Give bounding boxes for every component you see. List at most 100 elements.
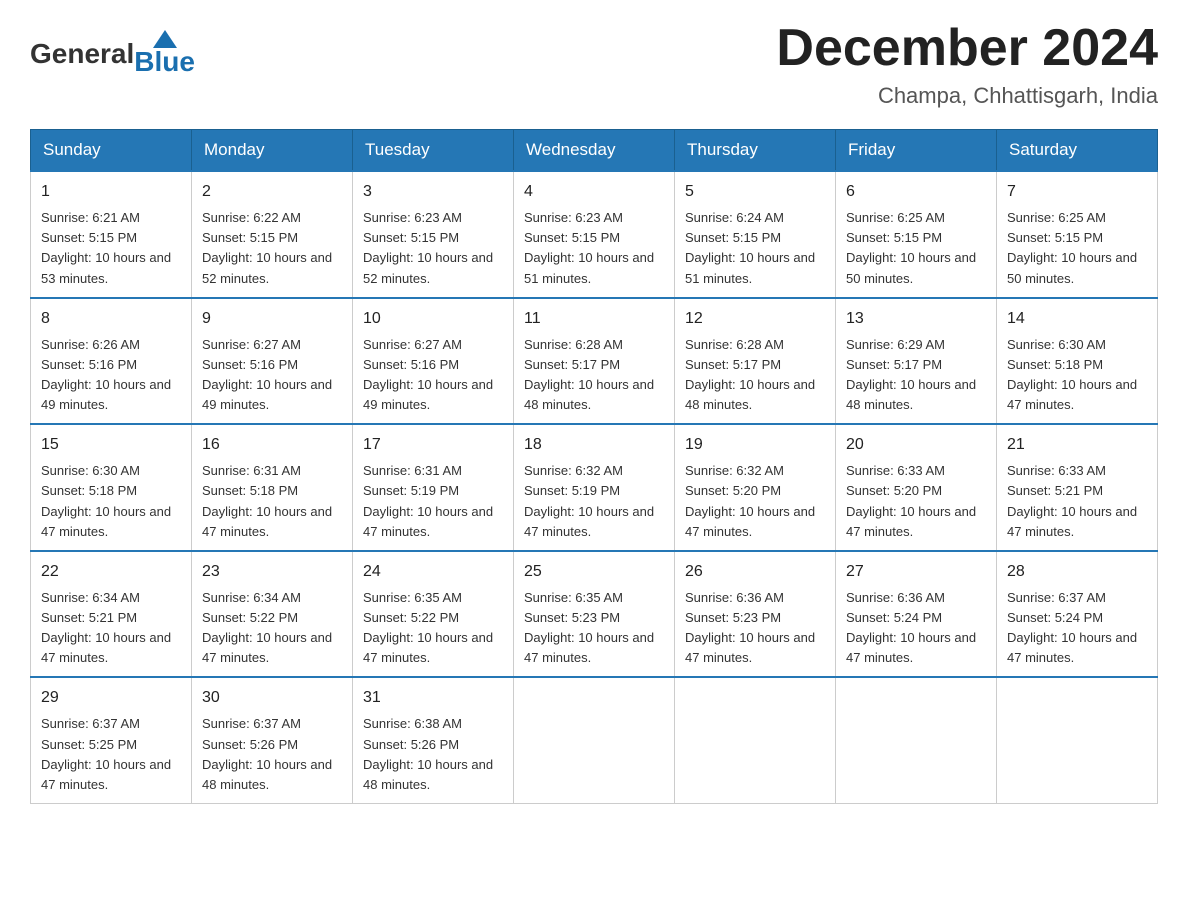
table-row: 6 Sunrise: 6:25 AMSunset: 5:15 PMDaylight… bbox=[836, 171, 997, 298]
day-number: 11 bbox=[524, 307, 664, 331]
day-number: 12 bbox=[685, 307, 825, 331]
logo-blue-text: Blue bbox=[134, 46, 195, 78]
col-thursday: Thursday bbox=[675, 130, 836, 172]
day-number: 6 bbox=[846, 180, 986, 204]
calendar-header: Sunday Monday Tuesday Wednesday Thursday… bbox=[31, 130, 1158, 172]
day-number: 31 bbox=[363, 686, 503, 710]
table-row: 13 Sunrise: 6:29 AMSunset: 5:17 PMDayligh… bbox=[836, 298, 997, 425]
day-number: 29 bbox=[41, 686, 181, 710]
table-row: 24 Sunrise: 6:35 AMSunset: 5:22 PMDayligh… bbox=[353, 551, 514, 678]
table-row: 9 Sunrise: 6:27 AMSunset: 5:16 PMDaylight… bbox=[192, 298, 353, 425]
day-info: Sunrise: 6:23 AMSunset: 5:15 PMDaylight:… bbox=[363, 208, 503, 289]
day-info: Sunrise: 6:26 AMSunset: 5:16 PMDaylight:… bbox=[41, 335, 181, 416]
table-row bbox=[836, 677, 997, 803]
day-number: 10 bbox=[363, 307, 503, 331]
table-row: 27Sunrise: 6:36 AMSunset: 5:24 PMDayligh… bbox=[836, 551, 997, 678]
table-row bbox=[997, 677, 1158, 803]
day-info: Sunrise: 6:32 AMSunset: 5:19 PMDaylight:… bbox=[524, 461, 664, 542]
col-monday: Monday bbox=[192, 130, 353, 172]
table-row: 31 Sunrise: 6:38 AMSunset: 5:26 PMDayligh… bbox=[353, 677, 514, 803]
day-number: 20 bbox=[846, 433, 986, 457]
logo: General Blue bbox=[30, 30, 195, 78]
table-row: 8 Sunrise: 6:26 AMSunset: 5:16 PMDaylight… bbox=[31, 298, 192, 425]
day-info: Sunrise: 6:32 AMSunset: 5:20 PMDaylight:… bbox=[685, 461, 825, 542]
day-info: Sunrise: 6:34 AMSunset: 5:21 PMDaylight:… bbox=[41, 588, 181, 669]
table-row bbox=[675, 677, 836, 803]
table-row: 22 Sunrise: 6:34 AMSunset: 5:21 PMDayligh… bbox=[31, 551, 192, 678]
day-info: Sunrise: 6:27 AMSunset: 5:16 PMDaylight:… bbox=[363, 335, 503, 416]
day-info: Sunrise: 6:23 AMSunset: 5:15 PMDaylight:… bbox=[524, 208, 664, 289]
day-info: Sunrise: 6:35 AMSunset: 5:22 PMDaylight:… bbox=[363, 588, 503, 669]
day-info: Sunrise: 6:31 AMSunset: 5:18 PMDaylight:… bbox=[202, 461, 342, 542]
month-title: December 2024 bbox=[776, 20, 1158, 77]
table-row: 17Sunrise: 6:31 AMSunset: 5:19 PMDayligh… bbox=[353, 424, 514, 551]
day-info: Sunrise: 6:27 AMSunset: 5:16 PMDaylight:… bbox=[202, 335, 342, 416]
day-number: 2 bbox=[202, 180, 342, 204]
table-row: 4 Sunrise: 6:23 AMSunset: 5:15 PMDaylight… bbox=[514, 171, 675, 298]
day-info: Sunrise: 6:28 AMSunset: 5:17 PMDaylight:… bbox=[685, 335, 825, 416]
day-number: 16 bbox=[202, 433, 342, 457]
table-row: 30Sunrise: 6:37 AMSunset: 5:26 PMDayligh… bbox=[192, 677, 353, 803]
calendar-week-row: 29 Sunrise: 6:37 AMSunset: 5:25 PMDayligh… bbox=[31, 677, 1158, 803]
day-number: 23 bbox=[202, 560, 342, 584]
day-info: Sunrise: 6:36 AMSunset: 5:23 PMDaylight:… bbox=[685, 588, 825, 669]
day-info: Sunrise: 6:35 AMSunset: 5:23 PMDaylight:… bbox=[524, 588, 664, 669]
day-info: Sunrise: 6:37 AMSunset: 5:26 PMDaylight:… bbox=[202, 714, 342, 795]
day-info: Sunrise: 6:28 AMSunset: 5:17 PMDaylight:… bbox=[524, 335, 664, 416]
table-row: 10 Sunrise: 6:27 AMSunset: 5:16 PMDayligh… bbox=[353, 298, 514, 425]
col-wednesday: Wednesday bbox=[514, 130, 675, 172]
day-number: 21 bbox=[1007, 433, 1147, 457]
calendar-week-row: 8 Sunrise: 6:26 AMSunset: 5:16 PMDaylight… bbox=[31, 298, 1158, 425]
calendar-body: 1Sunrise: 6:21 AMSunset: 5:15 PMDaylight… bbox=[31, 171, 1158, 803]
calendar-table: Sunday Monday Tuesday Wednesday Thursday… bbox=[30, 129, 1158, 804]
day-number: 25 bbox=[524, 560, 664, 584]
day-info: Sunrise: 6:37 AMSunset: 5:25 PMDaylight:… bbox=[41, 714, 181, 795]
day-info: Sunrise: 6:29 AMSunset: 5:17 PMDaylight:… bbox=[846, 335, 986, 416]
table-row: 26 Sunrise: 6:36 AMSunset: 5:23 PMDayligh… bbox=[675, 551, 836, 678]
day-number: 8 bbox=[41, 307, 181, 331]
table-row: 11 Sunrise: 6:28 AMSunset: 5:17 PMDayligh… bbox=[514, 298, 675, 425]
day-number: 7 bbox=[1007, 180, 1147, 204]
day-number: 5 bbox=[685, 180, 825, 204]
day-info: Sunrise: 6:24 AMSunset: 5:15 PMDaylight:… bbox=[685, 208, 825, 289]
table-row: 21Sunrise: 6:33 AMSunset: 5:21 PMDayligh… bbox=[997, 424, 1158, 551]
logo-blue-part: Blue bbox=[134, 30, 195, 78]
day-number: 15 bbox=[41, 433, 181, 457]
table-row: 18Sunrise: 6:32 AMSunset: 5:19 PMDayligh… bbox=[514, 424, 675, 551]
day-info: Sunrise: 6:30 AMSunset: 5:18 PMDaylight:… bbox=[41, 461, 181, 542]
table-row: 3 Sunrise: 6:23 AMSunset: 5:15 PMDaylight… bbox=[353, 171, 514, 298]
day-info: Sunrise: 6:36 AMSunset: 5:24 PMDaylight:… bbox=[846, 588, 986, 669]
col-tuesday: Tuesday bbox=[353, 130, 514, 172]
table-row: 20 Sunrise: 6:33 AMSunset: 5:20 PMDayligh… bbox=[836, 424, 997, 551]
logo-general-text: General bbox=[30, 38, 134, 70]
day-number: 14 bbox=[1007, 307, 1147, 331]
day-number: 3 bbox=[363, 180, 503, 204]
table-row: 23Sunrise: 6:34 AMSunset: 5:22 PMDayligh… bbox=[192, 551, 353, 678]
table-row: 25 Sunrise: 6:35 AMSunset: 5:23 PMDayligh… bbox=[514, 551, 675, 678]
table-row: 14Sunrise: 6:30 AMSunset: 5:18 PMDayligh… bbox=[997, 298, 1158, 425]
day-info: Sunrise: 6:25 AMSunset: 5:15 PMDaylight:… bbox=[846, 208, 986, 289]
calendar-week-row: 15 Sunrise: 6:30 AMSunset: 5:18 PMDayligh… bbox=[31, 424, 1158, 551]
day-info: Sunrise: 6:31 AMSunset: 5:19 PMDaylight:… bbox=[363, 461, 503, 542]
table-row: 12 Sunrise: 6:28 AMSunset: 5:17 PMDayligh… bbox=[675, 298, 836, 425]
day-number: 13 bbox=[846, 307, 986, 331]
calendar-week-row: 22 Sunrise: 6:34 AMSunset: 5:21 PMDayligh… bbox=[31, 551, 1158, 678]
day-info: Sunrise: 6:22 AMSunset: 5:15 PMDaylight:… bbox=[202, 208, 342, 289]
location-subtitle: Champa, Chhattisgarh, India bbox=[776, 83, 1158, 109]
table-row bbox=[514, 677, 675, 803]
day-info: Sunrise: 6:21 AMSunset: 5:15 PMDaylight:… bbox=[41, 208, 181, 289]
table-row: 28 Sunrise: 6:37 AMSunset: 5:24 PMDayligh… bbox=[997, 551, 1158, 678]
day-number: 4 bbox=[524, 180, 664, 204]
calendar-week-row: 1Sunrise: 6:21 AMSunset: 5:15 PMDaylight… bbox=[31, 171, 1158, 298]
day-info: Sunrise: 6:33 AMSunset: 5:20 PMDaylight:… bbox=[846, 461, 986, 542]
day-number: 28 bbox=[1007, 560, 1147, 584]
col-sunday: Sunday bbox=[31, 130, 192, 172]
day-info: Sunrise: 6:37 AMSunset: 5:24 PMDaylight:… bbox=[1007, 588, 1147, 669]
day-number: 26 bbox=[685, 560, 825, 584]
day-number: 24 bbox=[363, 560, 503, 584]
day-number: 9 bbox=[202, 307, 342, 331]
col-friday: Friday bbox=[836, 130, 997, 172]
header-row: Sunday Monday Tuesday Wednesday Thursday… bbox=[31, 130, 1158, 172]
day-number: 22 bbox=[41, 560, 181, 584]
day-info: Sunrise: 6:38 AMSunset: 5:26 PMDaylight:… bbox=[363, 714, 503, 795]
